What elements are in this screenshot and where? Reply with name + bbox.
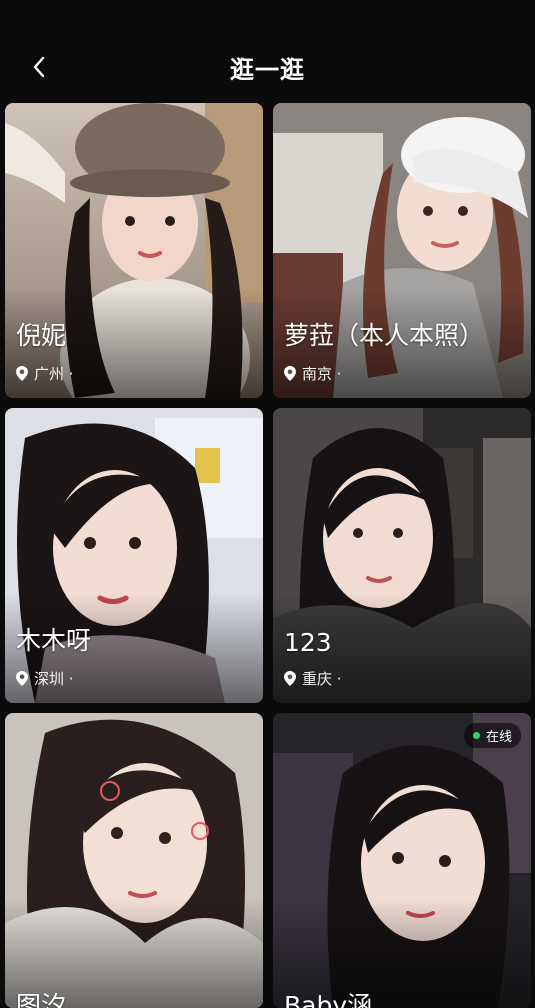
profile-location: 广州 · <box>16 363 74 384</box>
page-title: 逛一逛 <box>230 56 305 84</box>
location-pin-icon <box>284 366 296 381</box>
profile-location: 重庆 · <box>284 668 342 689</box>
profile-name: 木木呀 <box>16 626 92 655</box>
location-pin-icon <box>284 671 296 686</box>
online-status: 在线 <box>485 730 512 745</box>
online-dot-icon <box>472 732 480 739</box>
profile-card[interactable]: 123 重庆 · <box>273 408 531 703</box>
profile-card[interactable]: 萝菈（本人本照） 南京 · <box>273 103 531 398</box>
profile-name: 萝菈（本人本照） <box>284 321 485 350</box>
profile-card[interactable]: 倪妮 广州 · <box>5 103 263 398</box>
profile-name: 图汐 <box>16 991 67 1008</box>
profile-name: 倪妮 <box>16 321 67 350</box>
location-city: 南京 · <box>302 365 342 383</box>
profile-grid: 倪妮 广州 · 萝菈（本人本照） 南京 · 木木呀 深圳 · 123 重庆 · … <box>5 103 531 1008</box>
location-city: 深圳 · <box>34 670 74 688</box>
online-badge: 在线 <box>463 723 521 748</box>
location-pin-icon <box>16 366 28 381</box>
profile-name: 123 <box>284 628 332 657</box>
profile-card[interactable]: 在线 Baby涵 <box>273 713 531 1008</box>
location-city: 重庆 · <box>302 670 342 688</box>
profile-card[interactable]: 图汐 <box>5 713 263 1008</box>
location-city: 广州 · <box>34 365 74 383</box>
profile-card[interactable]: 木木呀 深圳 · <box>5 408 263 703</box>
top-bar: 逛一逛 <box>0 0 535 100</box>
profile-name: Baby涵 <box>284 991 373 1008</box>
profile-location: 深圳 · <box>16 668 74 689</box>
location-pin-icon <box>16 671 28 686</box>
profile-location: 南京 · <box>284 363 342 384</box>
